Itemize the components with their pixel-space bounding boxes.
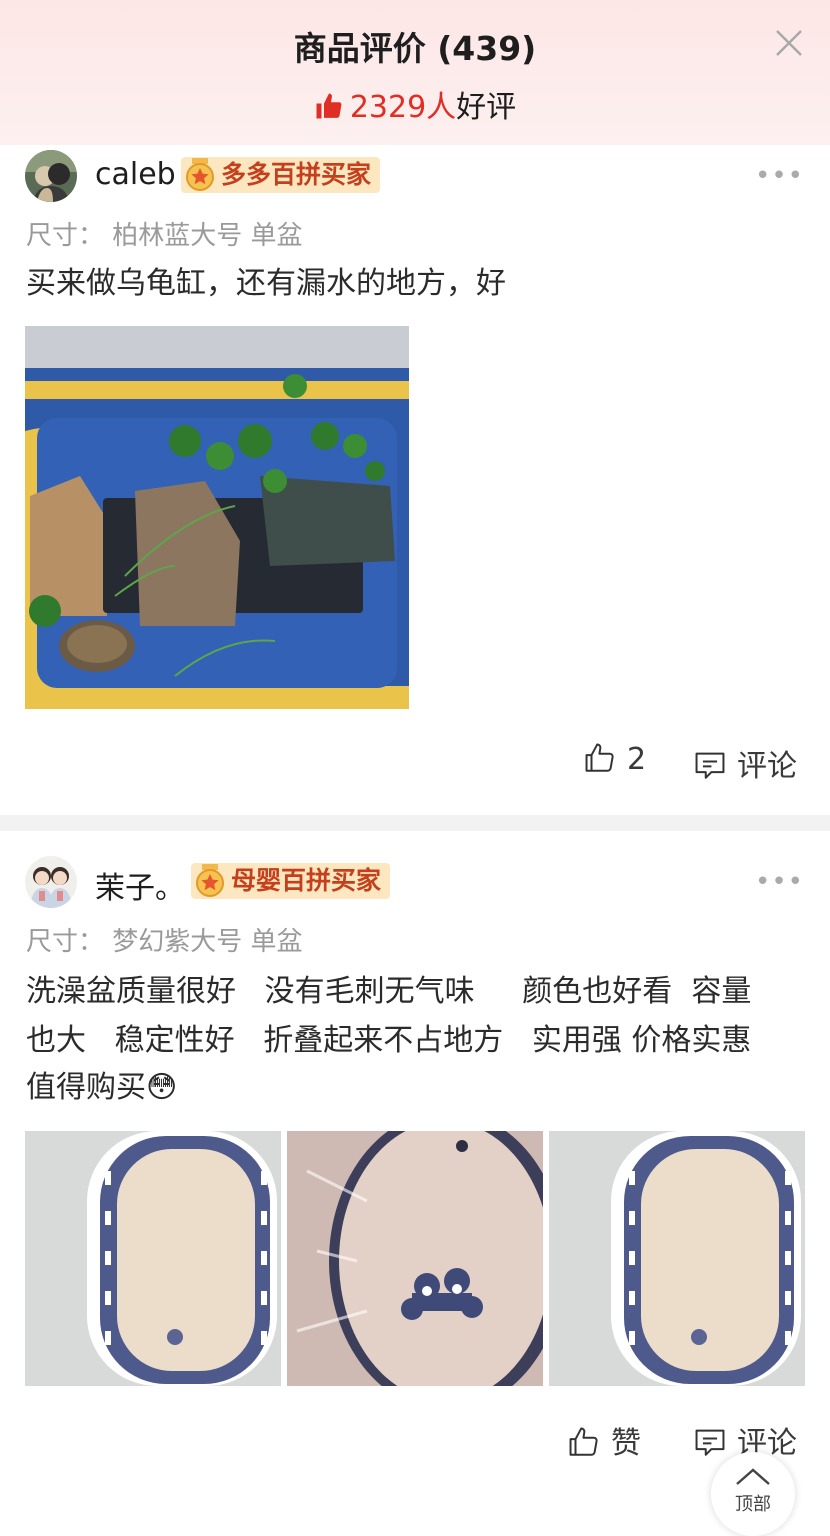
flushed-emoji-icon: 😳	[146, 1070, 178, 1105]
chevron-up-icon	[736, 1468, 770, 1485]
more-options-icon[interactable]: •••	[755, 867, 804, 897]
comment-label: 评论	[737, 749, 797, 784]
like-button[interactable]: 2	[583, 741, 646, 777]
buyer-badge: 母婴百拼买家	[191, 863, 391, 899]
good-review-summary: 2329人好评	[0, 82, 830, 129]
badge-label: 母婴百拼买家	[231, 866, 382, 895]
review-photo[interactable]	[287, 1131, 543, 1386]
review-photo[interactable]	[25, 1131, 281, 1386]
medal-icon	[193, 863, 227, 909]
review-card: caleb 多多百拼买家 ••• 尺寸： 柏林蓝大号 单盆 买来做乌龟缸，还有漏…	[0, 145, 830, 815]
avatar[interactable]	[25, 856, 77, 908]
review-text: 买来做乌龟缸，还有漏水的地方，好	[26, 266, 506, 301]
close-icon[interactable]	[774, 28, 804, 58]
review-text-line: 也大 稳定性好 折叠起来不占地方 实用强 价格实惠	[26, 1023, 752, 1058]
review-divider	[0, 815, 830, 831]
buyer-badge: 多多百拼买家	[181, 157, 381, 193]
spec-text: 尺寸： 柏林蓝大号 单盆	[26, 221, 303, 251]
like-label: 赞	[611, 1426, 641, 1461]
back-to-top-label: 顶部	[735, 1494, 771, 1515]
review-text-end: 值得购买	[26, 1070, 146, 1105]
review-card: 茉子。 母婴百拼买家 ••• 尺寸： 梦幻紫大号 单盆 洗澡盆质量很好 没有毛刺…	[0, 831, 830, 1500]
avatar[interactable]	[25, 150, 77, 202]
badge-label: 多多百拼买家	[221, 160, 372, 189]
like-count: 2	[627, 742, 647, 777]
comment-button[interactable]: 评论	[693, 741, 797, 785]
medal-icon	[183, 157, 217, 203]
reviewer-name: caleb	[95, 157, 176, 192]
good-review-count: 2329人	[349, 90, 457, 125]
good-review-label: 好评	[456, 90, 517, 125]
like-button[interactable]: 赞	[567, 1418, 641, 1462]
back-to-top-button[interactable]: 顶部	[711, 1452, 795, 1536]
thumbs-up-icon	[314, 91, 344, 129]
page-title: 商品评价 (439)	[293, 29, 537, 68]
review-photo[interactable]	[25, 326, 409, 709]
review-text-line: 值得购买😳	[26, 1064, 177, 1112]
reviewer-name: 茉子。	[95, 871, 185, 906]
review-photo[interactable]	[549, 1131, 805, 1386]
reviews-header: 商品评价 (439) 2329人好评	[0, 0, 830, 145]
spec-text: 尺寸： 梦幻紫大号 单盆	[26, 927, 303, 957]
more-options-icon[interactable]: •••	[755, 161, 804, 191]
review-text-line: 洗澡盆质量很好 没有毛刺无气味 颜色也好看 容量	[26, 974, 752, 1009]
